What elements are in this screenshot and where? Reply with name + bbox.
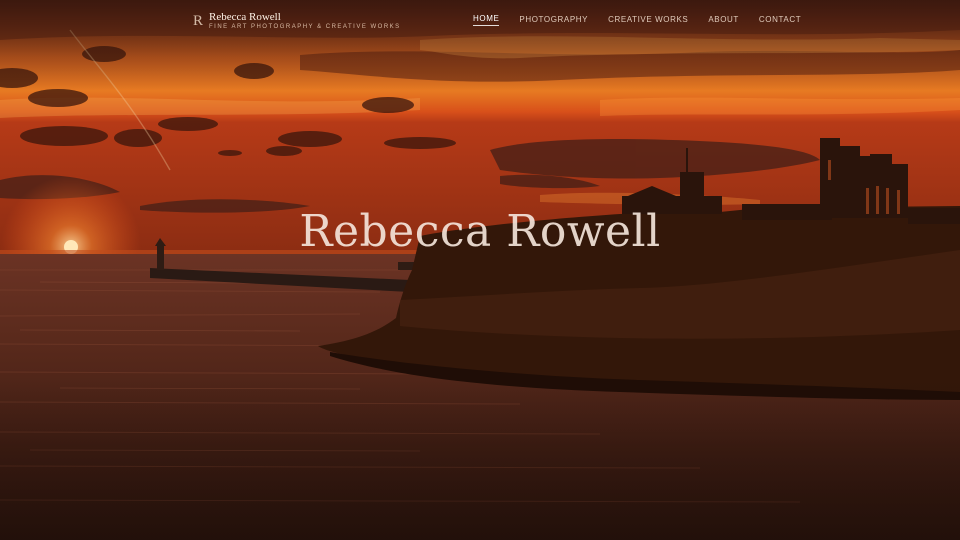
nav-link-home[interactable]: HOME: [473, 14, 500, 26]
brand-logo[interactable]: R Rebecca Rowell FINE ART PHOTOGRAPHY & …: [193, 11, 401, 31]
hero-background-photo: [0, 0, 960, 540]
nav-link-photography[interactable]: PHOTOGRAPHY: [519, 15, 588, 26]
nav-link-contact[interactable]: CONTACT: [759, 15, 801, 26]
site-header: R Rebecca Rowell FINE ART PHOTOGRAPHY & …: [0, 0, 960, 40]
nav-link-creative-works[interactable]: CREATIVE WORKS: [608, 15, 688, 26]
hero-title: Rebecca Rowell: [299, 206, 661, 257]
hero-section: R Rebecca Rowell FINE ART PHOTOGRAPHY & …: [0, 0, 960, 540]
brand-monogram-icon: R: [193, 12, 204, 29]
main-nav: HOME PHOTOGRAPHY CREATIVE WORKS ABOUT CO…: [473, 14, 801, 26]
brand-tagline: FINE ART PHOTOGRAPHY & CREATIVE WORKS: [209, 24, 401, 30]
brand-name: Rebecca Rowell: [209, 11, 281, 23]
nav-link-about[interactable]: ABOUT: [708, 15, 739, 26]
hero-copy: Rebecca Rowell: [0, 203, 960, 269]
brand-text: Rebecca Rowell FINE ART PHOTOGRAPHY & CR…: [209, 11, 401, 31]
